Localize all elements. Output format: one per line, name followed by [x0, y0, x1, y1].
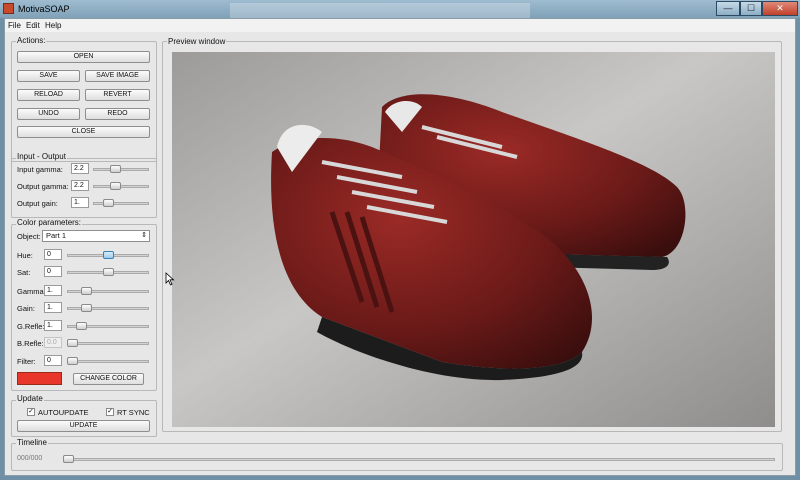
app-icon [3, 3, 14, 14]
filter-field[interactable]: 0 [44, 355, 62, 366]
title-bar[interactable]: MotivaSOAP — ☐ ✕ [0, 0, 800, 18]
hue-slider-thumb[interactable] [102, 251, 114, 259]
update-button[interactable]: UPDATE [17, 420, 150, 432]
redo-button[interactable]: REDO [85, 108, 150, 120]
rt-sync-checkbox[interactable]: ✓ [106, 408, 114, 416]
autoupdate-label: AUTOUPDATE [38, 408, 89, 417]
g-refle-field[interactable]: 1. [44, 320, 62, 331]
timeline-track[interactable] [63, 458, 775, 461]
b-refle-label: B.Refle: [17, 339, 44, 348]
gamma-label: Gamma: [17, 287, 46, 296]
actions-title: Actions: [16, 36, 47, 45]
autoupdate-checkbox[interactable]: ✓ [27, 408, 35, 416]
save-button[interactable]: SAVE [17, 70, 80, 82]
gain-slider-track[interactable] [67, 307, 149, 310]
output-gamma-field[interactable]: 2.2 [71, 180, 89, 191]
hue-field[interactable]: 0 [44, 249, 62, 260]
b-refle-slider-track [67, 342, 149, 345]
preview-title: Preview window [167, 37, 227, 46]
change-color-button[interactable]: CHANGE COLOR [73, 373, 144, 385]
output-gamma-label: Output gamma: [17, 182, 69, 191]
color-swatch[interactable] [17, 372, 62, 385]
timeline-thumb[interactable] [63, 455, 74, 463]
maximize-button[interactable]: ☐ [740, 1, 762, 16]
menu-file[interactable]: File [8, 21, 21, 30]
window-title: MotivaSOAP [18, 4, 70, 14]
output-gain-slider-thumb[interactable] [102, 199, 114, 207]
sat-field[interactable]: 0 [44, 266, 62, 277]
minimize-button[interactable]: — [716, 1, 740, 16]
output-gamma-slider-thumb[interactable] [110, 182, 122, 190]
timeline-group [11, 443, 783, 471]
object-select-value: Part 1 [46, 231, 67, 240]
gamma-field[interactable]: 1. [44, 285, 62, 296]
input-output-title: Input - Output [16, 152, 67, 161]
gain-label: Gain: [17, 304, 35, 313]
filter-slider-track[interactable] [67, 360, 149, 363]
background-window-ghost [230, 3, 530, 18]
main-window: File Edit Help Actions: OPEN SAVE SAVE I… [4, 18, 796, 476]
output-gain-slider-track[interactable] [93, 202, 149, 205]
revert-button[interactable]: REVERT [85, 89, 150, 101]
menu-help[interactable]: Help [45, 21, 61, 30]
g-refle-slider-thumb[interactable] [75, 322, 87, 330]
rt-sync-label: RT SYNC [117, 408, 150, 417]
b-refle-field: 0.0 [44, 337, 62, 348]
output-gain-label: Output gain: [17, 199, 58, 208]
shoe-render-image [172, 52, 775, 427]
object-select[interactable]: Part 1 ⇕ [42, 230, 150, 242]
input-gamma-slider-thumb[interactable] [110, 165, 122, 173]
mouse-pointer-icon [165, 272, 175, 286]
sat-label: Sat: [17, 268, 31, 277]
filter-slider-thumb[interactable] [67, 357, 78, 365]
open-button[interactable]: OPEN [17, 51, 150, 63]
undo-button[interactable]: UNDO [17, 108, 80, 120]
save-image-button[interactable]: SAVE IMAGE [85, 70, 150, 82]
timeline-title: Timeline [16, 438, 48, 447]
object-label: Object: [17, 232, 41, 241]
updown-arrow-icon: ⇕ [141, 232, 147, 239]
color-parameters-title: Color parameters: [16, 218, 83, 227]
hue-label: Hue: [17, 251, 33, 260]
timeline-time-readout: 000/000 [17, 455, 43, 462]
sat-slider-thumb[interactable] [102, 268, 114, 276]
output-gain-field[interactable]: 1. [71, 197, 89, 208]
close-window-button[interactable]: ✕ [762, 1, 798, 16]
menu-bar: File Edit Help [5, 19, 795, 32]
filter-label: Filter: [17, 357, 36, 366]
gain-field[interactable]: 1. [44, 302, 62, 313]
input-gamma-field[interactable]: 2.2 [71, 163, 89, 174]
reload-button[interactable]: RELOAD [17, 89, 80, 101]
g-refle-label: G.Refle: [17, 322, 45, 331]
update-title: Update [16, 394, 44, 403]
close-button[interactable]: CLOSE [17, 126, 150, 138]
b-refle-slider-thumb [67, 339, 78, 347]
preview-viewport[interactable] [172, 52, 775, 427]
gamma-slider-thumb[interactable] [81, 287, 93, 295]
gain-slider-thumb[interactable] [81, 304, 93, 312]
input-gamma-label: Input gamma: [17, 165, 63, 174]
gamma-slider-track[interactable] [67, 290, 149, 293]
menu-edit[interactable]: Edit [26, 21, 40, 30]
